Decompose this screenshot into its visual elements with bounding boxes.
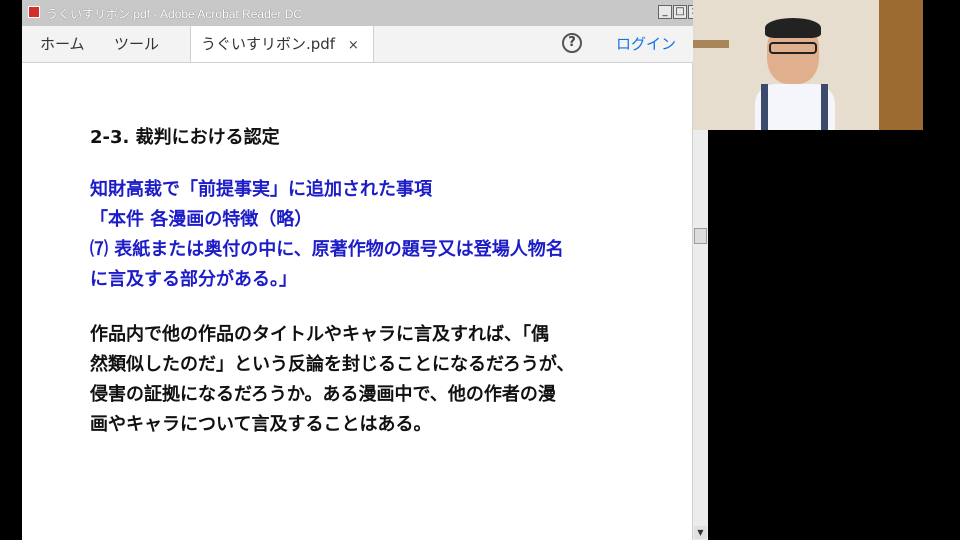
quote-line: ⑺ 表紙または奥付の中に、原著作物の題号又は登場人物名 <box>90 239 564 260</box>
webcam-video <box>693 0 923 130</box>
acrobat-app-icon <box>28 6 40 18</box>
close-icon[interactable]: × <box>348 38 359 53</box>
suspender-right <box>821 84 828 130</box>
tab-bar: ホーム ツール うぐいすリボン.pdf × ? ログイン <box>22 26 708 63</box>
presenter-hair <box>765 18 821 38</box>
scroll-thumb[interactable] <box>694 228 707 244</box>
glasses <box>769 42 817 54</box>
body-line: 画やキャラについて言及することはある。 <box>90 414 432 435</box>
minimize-button[interactable]: _ <box>658 5 672 19</box>
help-icon[interactable]: ? <box>562 33 582 53</box>
suspender-left <box>761 84 768 130</box>
tab-document-label: うぐいすリボン.pdf <box>201 35 336 53</box>
scroll-down-icon[interactable]: ▼ <box>694 526 707 539</box>
quote-line: 知財高裁で「前提事実」に追加された事項 <box>90 179 432 200</box>
tab-tools[interactable]: ツール <box>114 26 159 62</box>
body-paragraph: 作品内で他の作品のタイトルやキャラに言及すれば、「偶 然類似したのだ」という反論… <box>90 320 670 440</box>
document-viewport[interactable]: 2-3. 裁判における認定 知財高裁で「前提事実」に追加された事項 「本件 各漫… <box>22 63 692 540</box>
section-heading: 2-3. 裁判における認定 <box>90 127 280 148</box>
vertical-scrollbar[interactable]: ▲ ▼ <box>692 63 708 540</box>
highlighted-quote: 知財高裁で「前提事実」に追加された事項 「本件 各漫画の特徴（略） ⑺ 表紙また… <box>90 175 670 295</box>
tab-document[interactable]: うぐいすリボン.pdf × <box>190 26 374 62</box>
presenter <box>755 18 835 130</box>
body-line: 侵害の証拠になるだろうか。ある漫画中で、他の作者の漫 <box>90 384 556 405</box>
quote-line: に言及する部分がある。」 <box>90 269 297 290</box>
maximize-button[interactable]: □ <box>673 5 687 19</box>
tab-home[interactable]: ホーム <box>40 26 85 62</box>
quote-line: 「本件 各漫画の特徴（略） <box>90 209 313 230</box>
window-title: うぐいすリボン.pdf - Adobe Acrobat Reader DC <box>46 7 303 21</box>
wall-shelf <box>693 40 729 48</box>
login-link[interactable]: ログイン <box>616 26 676 62</box>
pdf-page: 2-3. 裁判における認定 知財高裁で「前提事実」に追加された事項 「本件 各漫… <box>90 123 670 440</box>
title-bar[interactable]: うぐいすリボン.pdf - Adobe Acrobat Reader DC _ … <box>22 0 708 27</box>
body-line: 然類似したのだ」という反論を封じることになるだろうが、 <box>90 354 575 375</box>
body-line: 作品内で他の作品のタイトルやキャラに言及すれば、「偶 <box>90 324 549 345</box>
acrobat-window: うぐいすリボン.pdf - Adobe Acrobat Reader DC _ … <box>22 0 708 540</box>
wooden-door <box>879 0 923 130</box>
